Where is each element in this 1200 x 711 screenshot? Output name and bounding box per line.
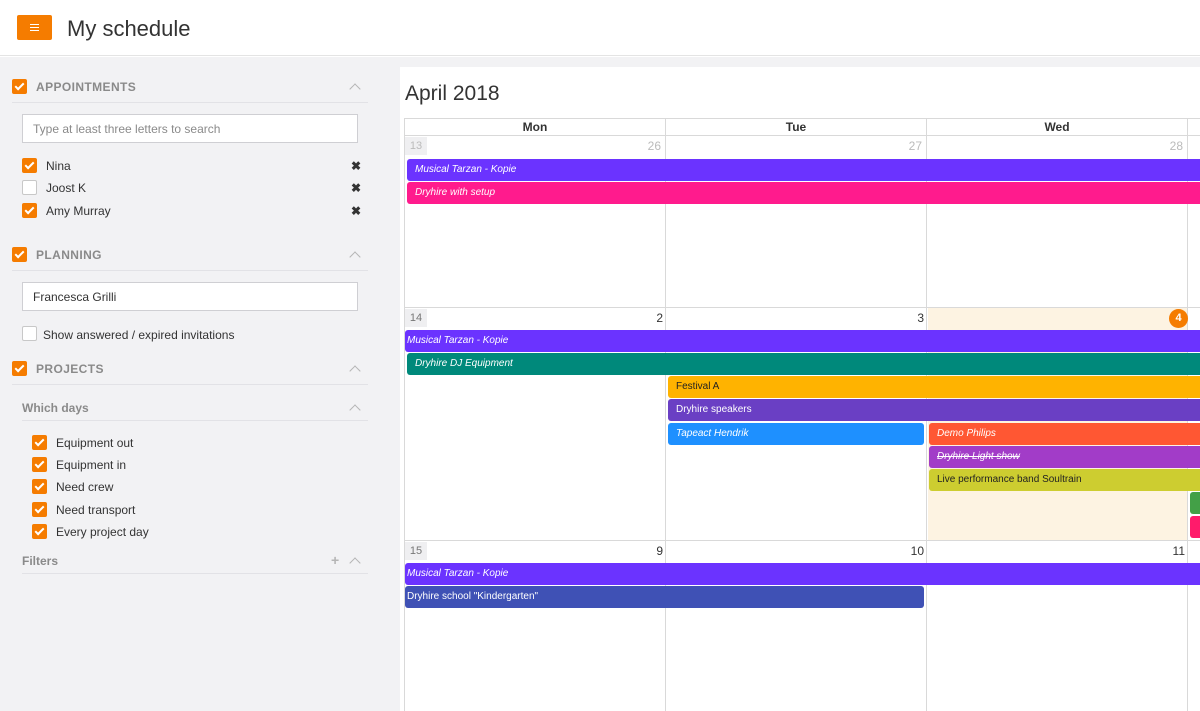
person-amy-checkbox[interactable] <box>22 203 37 218</box>
event-dryhire-school[interactable]: Dryhire school "Kindergarten" <box>405 586 924 608</box>
equipment-out-checkbox[interactable] <box>32 435 47 450</box>
equipment-in-checkbox[interactable] <box>32 457 47 472</box>
show-expired-label: Show answered / expired invitations <box>43 328 235 342</box>
event-tapeact-hendrik[interactable]: Tapeact Hendrik <box>668 423 924 445</box>
event-musical-tarzan[interactable]: Musical Tarzan - Kopie <box>407 159 1200 181</box>
collapse-planning-icon[interactable] <box>349 251 361 263</box>
need-transport-checkbox[interactable] <box>32 502 47 517</box>
person-joost-checkbox[interactable] <box>22 180 37 195</box>
day-number[interactable]: 2 <box>633 311 663 325</box>
grid-line <box>926 136 927 711</box>
every-project-day-label: Every project day <box>56 525 149 539</box>
person-amy-label: Amy Murray <box>46 204 111 218</box>
event-overflow[interactable] <box>1190 492 1200 514</box>
which-days-label: Which days <box>22 401 89 415</box>
appointments-search-input[interactable] <box>22 114 358 143</box>
day-number[interactable]: 11 <box>1155 544 1185 558</box>
collapse-which-days-icon[interactable] <box>349 404 361 416</box>
appointments-header[interactable]: APPOINTMENTS <box>12 78 368 103</box>
projects-header[interactable]: PROJECTS <box>12 360 368 385</box>
grid-line <box>665 136 666 711</box>
collapse-appointments-icon[interactable] <box>349 83 361 95</box>
appointments-checkbox[interactable] <box>12 79 27 94</box>
planning-label: PLANNING <box>36 248 102 262</box>
event-festival-a[interactable]: Festival A <box>668 376 1200 398</box>
planning-checkbox[interactable] <box>12 247 27 262</box>
dow-wed: Wed <box>927 119 1188 136</box>
need-crew-label: Need crew <box>56 480 114 494</box>
add-filter-icon[interactable]: + <box>331 552 339 568</box>
day-number[interactable]: 3 <box>894 311 924 325</box>
projects-label: PROJECTS <box>36 362 104 376</box>
top-bar: My schedule <box>0 0 1200 56</box>
filters-header[interactable]: Filters + <box>22 552 368 574</box>
day-number[interactable]: 10 <box>894 544 924 558</box>
need-crew-checkbox[interactable] <box>32 479 47 494</box>
event-overflow[interactable] <box>1190 516 1200 538</box>
event-dryhire-dj[interactable]: Dryhire DJ Equipment <box>407 353 1200 375</box>
every-project-day-checkbox[interactable] <box>32 524 47 539</box>
grid-line <box>405 540 1200 541</box>
collapse-projects-icon[interactable] <box>349 365 361 377</box>
week-number: 14 <box>405 309 427 327</box>
day-number[interactable]: 27 <box>892 139 922 153</box>
menu-icon <box>30 24 39 31</box>
event-dryhire-light-show[interactable]: Dryhire Light show <box>929 446 1200 468</box>
show-expired-checkbox[interactable] <box>22 326 37 341</box>
which-days-header[interactable]: Which days <box>22 399 368 421</box>
event-musical-tarzan[interactable]: Musical Tarzan - Kopie <box>405 330 1200 352</box>
dow-tue: Tue <box>666 119 927 136</box>
person-joost-label: Joost K <box>46 181 87 195</box>
planning-header[interactable]: PLANNING <box>12 246 368 271</box>
event-dryhire-setup[interactable]: Dryhire with setup <box>407 182 1200 204</box>
day-number[interactable]: 28 <box>1153 139 1183 153</box>
day-number[interactable]: 26 <box>631 139 661 153</box>
event-musical-tarzan[interactable]: Musical Tarzan - Kopie <box>405 563 1200 585</box>
grid-line <box>405 307 1200 308</box>
day-number[interactable]: 9 <box>633 544 663 558</box>
page-title: My schedule <box>67 16 191 41</box>
dow-mon: Mon <box>405 119 666 136</box>
week-number: 15 <box>405 542 427 560</box>
equipment-out-label: Equipment out <box>56 436 134 450</box>
dow-next <box>1188 119 1200 136</box>
person-nina-checkbox[interactable] <box>22 158 37 173</box>
menu-button[interactable] <box>17 15 52 40</box>
remove-nina-icon[interactable]: ✖ <box>351 159 361 173</box>
collapse-filters-icon[interactable] <box>349 557 361 569</box>
event-live-performance[interactable]: Live performance band Soultrain <box>929 469 1200 491</box>
person-nina-label: Nina <box>46 159 71 173</box>
event-dryhire-speakers[interactable]: Dryhire speakers <box>668 399 1200 421</box>
month-title: April 2018 <box>405 82 500 105</box>
need-transport-label: Need transport <box>56 503 136 517</box>
remove-amy-icon[interactable]: ✖ <box>351 204 361 218</box>
projects-checkbox[interactable] <box>12 361 27 376</box>
planning-person-input[interactable] <box>22 282 358 311</box>
appointments-label: APPOINTMENTS <box>36 80 137 94</box>
calendar-grid: Mon Tue Wed 13 26 27 28 Musical Tarzan -… <box>404 118 1200 711</box>
event-demo-philips[interactable]: Demo Philips <box>929 423 1200 445</box>
filters-label: Filters <box>22 554 59 568</box>
remove-joost-icon[interactable]: ✖ <box>351 181 361 195</box>
week-number: 13 <box>405 137 427 155</box>
today-badge[interactable]: 4 <box>1169 309 1188 328</box>
equipment-in-label: Equipment in <box>56 458 127 472</box>
